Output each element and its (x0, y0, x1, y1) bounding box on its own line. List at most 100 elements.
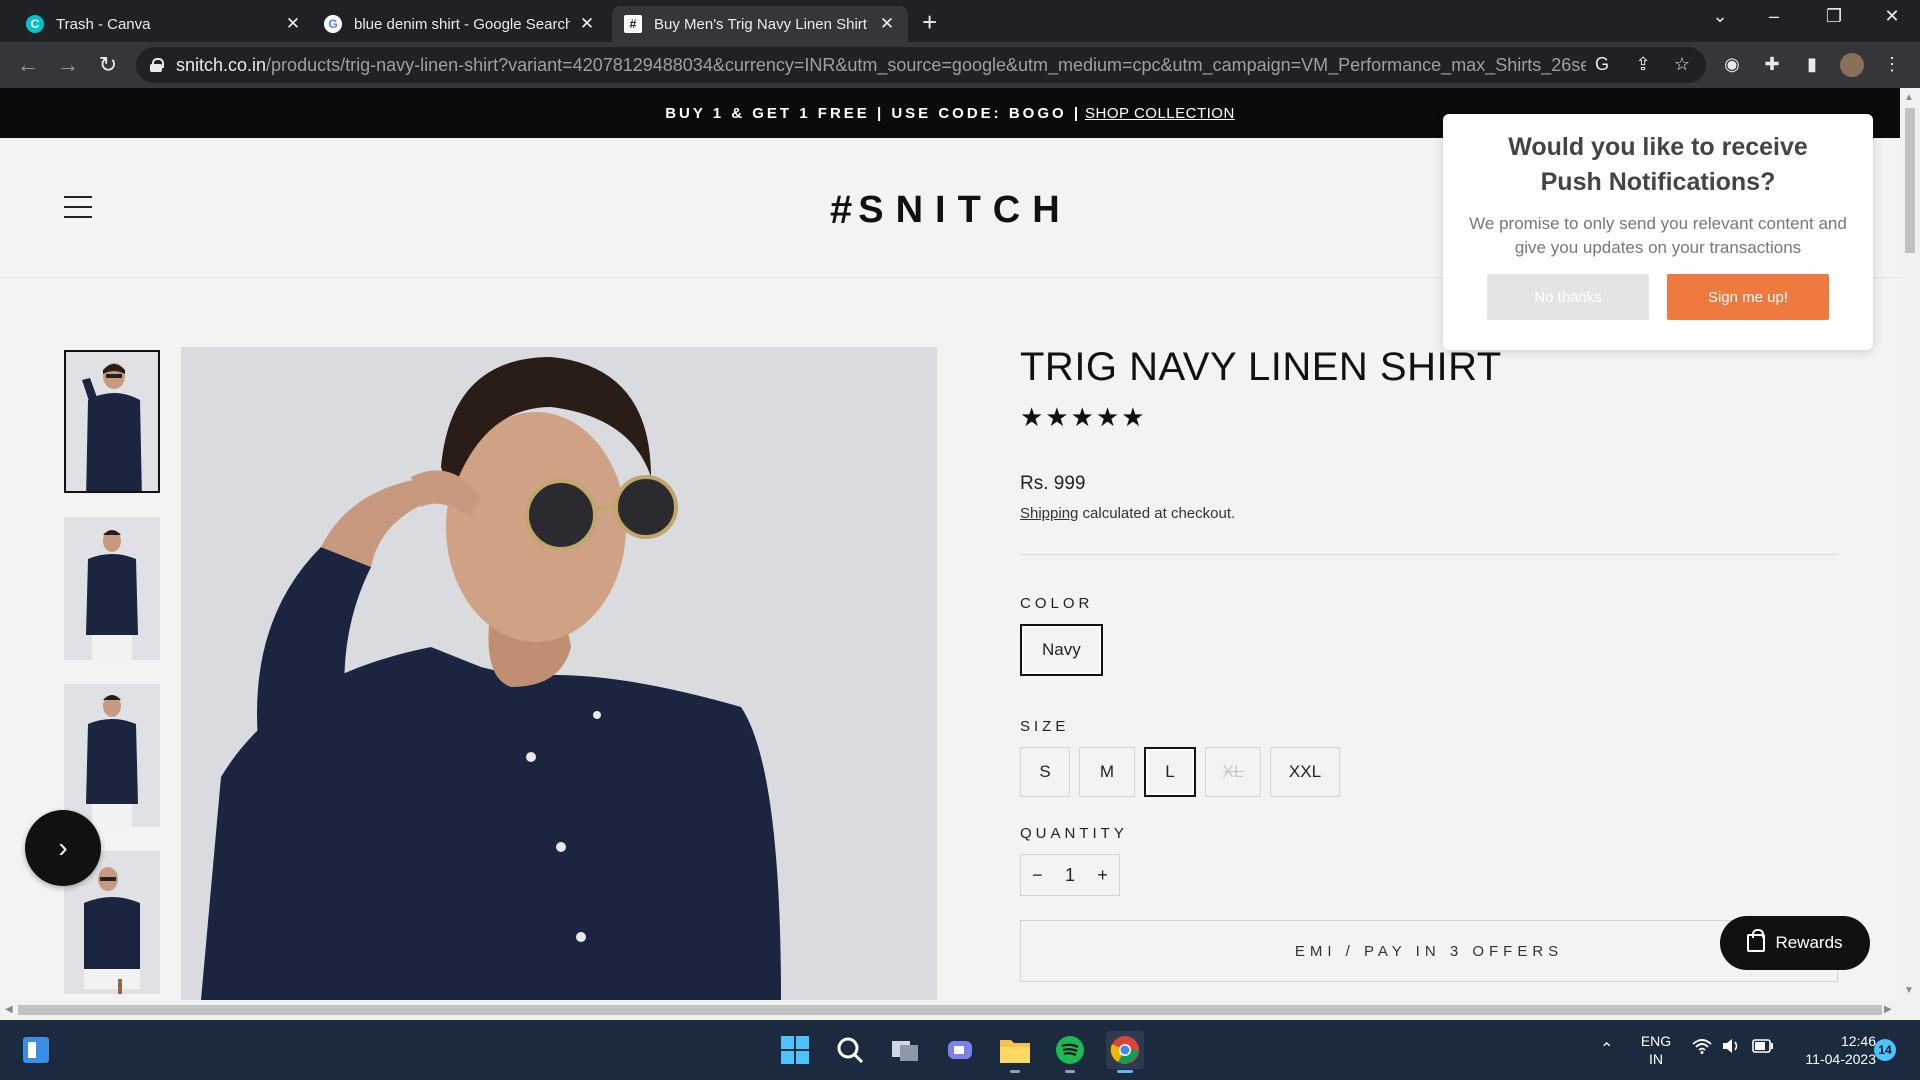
horizontal-scrollbar[interactable]: ◀ ▶ (0, 1000, 1920, 1020)
thumbnail-2[interactable] (64, 517, 160, 660)
minimize-icon[interactable]: – (1754, 6, 1794, 27)
canva-icon: C (26, 15, 44, 33)
url-path: /products/trig-navy-linen-shirt?variant=… (266, 54, 1586, 75)
google-icon: G (324, 15, 342, 33)
model-photo (86, 695, 138, 827)
new-tab-icon[interactable]: + (922, 9, 937, 35)
scroll-left-icon[interactable]: ◀ (5, 1004, 13, 1015)
quantity-value[interactable]: 1 (1065, 865, 1075, 886)
tab-title: Buy Men's Trig Navy Linen Shirt O (654, 15, 870, 33)
region-code: IN (1649, 1051, 1663, 1067)
carousel-next-chevron-icon[interactable]: › (25, 810, 101, 886)
quantity-label: QUANTITY (1020, 825, 1128, 842)
size-option-m[interactable]: M (1079, 747, 1135, 797)
google-lens-icon[interactable]: G (1590, 54, 1614, 75)
snitch-logo[interactable]: # SNITCH (830, 188, 1072, 233)
product-price: Rs. 999 (1020, 473, 1086, 494)
scroll-up-icon[interactable]: ▲ (1904, 92, 1914, 103)
size-options: S M L XL XXL (1020, 747, 1838, 797)
lock-icon[interactable] (150, 58, 164, 72)
push-prompt-body: We promise to only send you relevant con… (1469, 214, 1847, 257)
scrollbar-thumb[interactable] (1905, 108, 1915, 253)
web-page: BUY 1 & GET 1 FREE | USE CODE: BOGO | SH… (0, 88, 1900, 1000)
product-main-image[interactable] (181, 347, 937, 1000)
share-icon[interactable]: ⇪ (1631, 54, 1655, 75)
size-option-xxl[interactable]: XXL (1270, 747, 1340, 797)
rewards-button[interactable]: Rewards (1720, 916, 1870, 970)
thumbnail-1[interactable] (64, 350, 160, 493)
windows-start-icon[interactable] (776, 1031, 814, 1069)
color-option-navy[interactable]: Navy (1020, 624, 1103, 676)
sign-me-up-button[interactable]: Sign me up! (1667, 274, 1829, 320)
emi-offers-button[interactable]: EMI / PAY IN 3 OFFERS (1020, 920, 1838, 982)
address-bar[interactable]: snitch.co.in/products/trig-navy-linen-sh… (136, 47, 1706, 83)
clock[interactable]: 12:46 11-04-2023 (1784, 1032, 1876, 1068)
back-arrow-icon[interactable]: ← (14, 52, 42, 78)
size-option-s[interactable]: S (1020, 747, 1070, 797)
shopping-bag-icon (1747, 929, 1766, 952)
side-panel-icon[interactable]: ▮ (1800, 54, 1824, 75)
task-view-icon[interactable] (886, 1031, 924, 1069)
volume-icon[interactable] (1722, 1038, 1742, 1057)
wifi-icon[interactable] (1692, 1038, 1712, 1057)
file-explorer-icon[interactable] (996, 1031, 1034, 1073)
clock-time: 12:46 (1840, 1033, 1876, 1049)
product-title: TRIG NAVY LINEN SHIRT (1020, 345, 1502, 389)
thumbnail-gallery (64, 350, 160, 1000)
widgets-icon[interactable] (17, 1031, 55, 1069)
chrome-icon[interactable] (1106, 1031, 1144, 1073)
windows-taskbar: ⌃ ENG IN 12:46 11-04-2023 14 (0, 1020, 1920, 1080)
rating-stars-icon[interactable]: ★★★★★ (1020, 402, 1838, 433)
size-option-xl-unavailable[interactable]: XL (1205, 747, 1261, 797)
profile-avatar-icon[interactable] (1840, 53, 1864, 77)
browser-toolbar: ← → ↻ snitch.co.in/products/trig-navy-li… (0, 42, 1920, 88)
extension-circle-icon[interactable]: ◉ (1720, 54, 1744, 75)
notification-count-badge[interactable]: 14 (1874, 1039, 1896, 1061)
logo-wordmark: SNITCH (858, 189, 1072, 231)
quantity-minus-icon[interactable]: − (1032, 865, 1043, 886)
hamburger-menu-icon[interactable] (64, 196, 92, 218)
shipping-link[interactable]: Shipping (1020, 505, 1078, 522)
search-icon[interactable] (831, 1031, 869, 1069)
bookmark-star-icon[interactable]: ☆ (1670, 54, 1694, 75)
no-thanks-button[interactable]: No thanks (1487, 274, 1649, 320)
size-option-l[interactable]: L (1144, 747, 1196, 797)
browser-tab-bar: C Trash - Canva ✕ G blue denim shirt - G… (0, 0, 1920, 42)
model-photo (86, 530, 138, 660)
shop-collection-link[interactable]: SHOP COLLECTION (1085, 105, 1235, 122)
close-icon[interactable]: ✕ (578, 14, 596, 34)
shipping-text: calculated at checkout. (1078, 505, 1236, 522)
model-photo (84, 867, 140, 994)
snitch-icon: # (624, 15, 642, 33)
shipping-note: Shipping calculated at checkout. (1020, 505, 1838, 522)
reload-icon[interactable]: ↻ (94, 52, 122, 78)
close-icon[interactable]: ✕ (878, 14, 896, 34)
thumbnail-3[interactable] (64, 684, 160, 827)
teams-chat-icon[interactable] (941, 1031, 979, 1069)
push-prompt-heading: Would you like to receive Push Notificat… (1508, 133, 1808, 196)
quantity-plus-icon[interactable]: + (1097, 865, 1108, 886)
announcement-text: BUY 1 & GET 1 FREE | USE CODE: BOGO | (665, 104, 1082, 122)
language-code: ENG (1640, 1033, 1672, 1049)
divider (1020, 554, 1838, 555)
spotify-icon[interactable] (1051, 1031, 1089, 1073)
menu-kebab-icon[interactable]: ⋮ (1880, 54, 1904, 75)
extensions-puzzle-icon[interactable]: ✚ (1760, 54, 1784, 75)
window-close-icon[interactable]: ✕ (1872, 6, 1912, 27)
scroll-right-icon[interactable]: ▶ (1884, 1004, 1892, 1015)
forward-arrow-icon[interactable]: → (54, 52, 82, 78)
input-language[interactable]: ENG IN (1636, 1032, 1676, 1068)
size-label: SIZE (1020, 718, 1070, 735)
tab-search-chevron-icon[interactable]: ⌄ (1700, 6, 1740, 27)
scroll-down-icon[interactable]: ▼ (1904, 985, 1914, 996)
restore-icon[interactable]: ❐ (1814, 6, 1854, 27)
battery-icon[interactable] (1752, 1039, 1774, 1056)
vertical-scrollbar[interactable]: ▲ ▼ (1900, 88, 1920, 1000)
tab-canva[interactable]: C Trash - Canva ✕ (14, 6, 314, 42)
tab-google-search[interactable]: G blue denim shirt - Google Search ✕ (312, 6, 608, 42)
product-info: TRIG NAVY LINEN SHIRT ★★★★★ Rs. 999 Ship… (1020, 345, 1838, 982)
scrollbar-thumb[interactable] (18, 1005, 1882, 1015)
show-hidden-icons-chevron-icon[interactable]: ⌃ (1600, 1039, 1613, 1059)
tab-snitch-product[interactable]: # Buy Men's Trig Navy Linen Shirt O ✕ (612, 6, 908, 42)
close-icon[interactable]: ✕ (284, 14, 302, 34)
